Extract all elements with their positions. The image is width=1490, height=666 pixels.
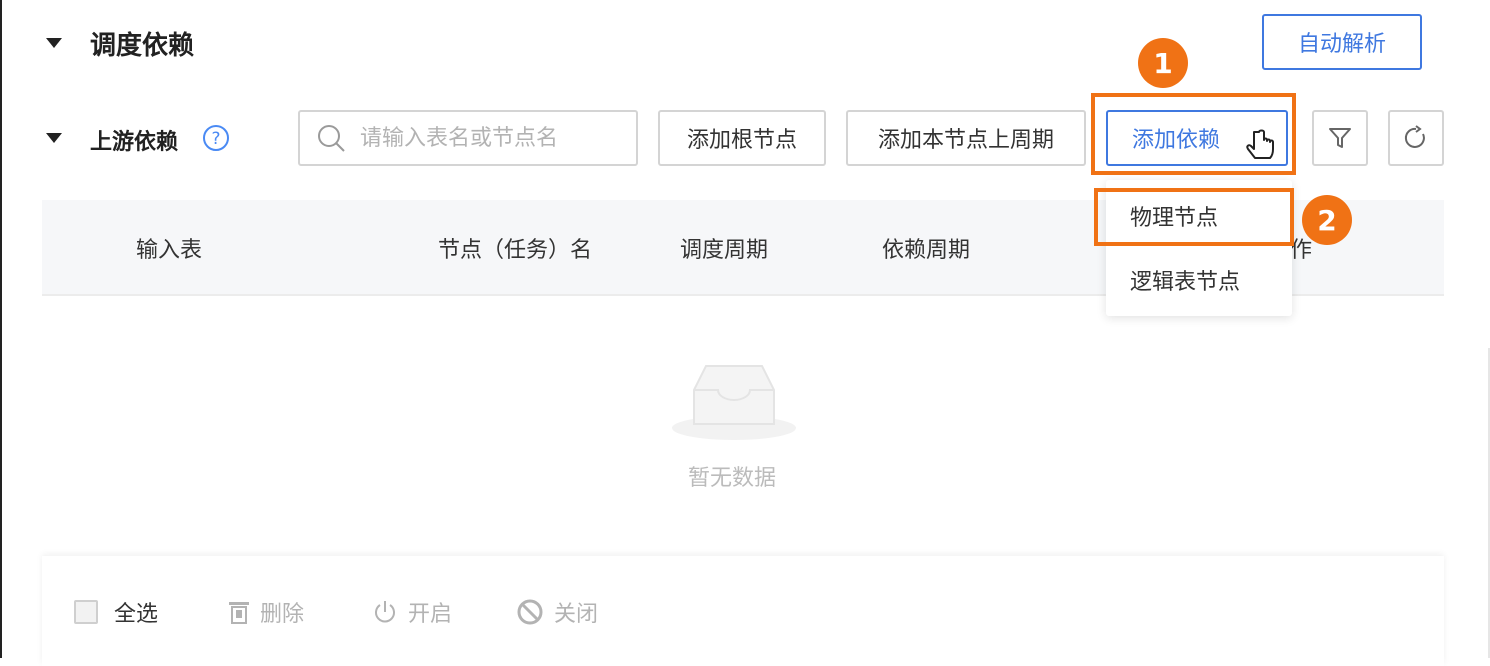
batch-actions-bar: 全选 删除 开启 关闭 bbox=[42, 556, 1444, 666]
upstream-title: 上游依赖 bbox=[90, 130, 179, 155]
search-input[interactable] bbox=[358, 124, 632, 152]
column-header-dependency-cycle: 依赖周期 bbox=[882, 238, 971, 263]
column-header-node-name: 节点（任务）名 bbox=[438, 238, 593, 263]
column-header-schedule-cycle: 调度周期 bbox=[680, 238, 769, 263]
enable-label: 开启 bbox=[408, 602, 453, 627]
annotation-badge-1: 1 bbox=[1138, 38, 1188, 88]
close-label: 关闭 bbox=[554, 602, 599, 627]
delete-button[interactable]: 删除 bbox=[228, 596, 304, 628]
search-box[interactable] bbox=[298, 110, 638, 166]
search-icon bbox=[318, 125, 345, 152]
close-button[interactable]: 关闭 bbox=[516, 596, 598, 628]
menu-item-logical-table-node[interactable]: 逻辑表节点 bbox=[1130, 264, 1240, 296]
power-icon bbox=[375, 601, 395, 623]
empty-state-text: 暂无数据 bbox=[688, 466, 777, 491]
select-all-checkbox[interactable] bbox=[74, 600, 98, 624]
refresh-button[interactable] bbox=[1388, 110, 1444, 166]
svg-text:?: ? bbox=[211, 129, 220, 149]
section-title: 调度依赖 bbox=[90, 31, 195, 61]
select-all-control[interactable]: 全选 bbox=[74, 596, 158, 628]
column-header-input-table: 输入表 bbox=[136, 238, 203, 263]
prohibit-icon bbox=[517, 599, 543, 625]
auto-parse-button[interactable]: 自动解析 bbox=[1262, 14, 1422, 70]
annotation-badge-2: 2 bbox=[1302, 195, 1352, 245]
annotation-box-2 bbox=[1094, 188, 1294, 246]
upstream-collapse-caret-icon[interactable] bbox=[46, 133, 62, 143]
window-left-border bbox=[0, 0, 2, 658]
trash-icon bbox=[229, 602, 249, 624]
refresh-icon bbox=[1404, 125, 1425, 148]
delete-label: 删除 bbox=[260, 602, 305, 627]
filter-icon bbox=[1329, 128, 1351, 148]
add-root-node-button[interactable]: 添加根节点 bbox=[658, 110, 826, 166]
empty-inbox-icon bbox=[668, 356, 800, 444]
section-collapse-caret-icon[interactable] bbox=[46, 38, 62, 48]
select-all-label: 全选 bbox=[114, 602, 159, 627]
annotation-box-1 bbox=[1091, 93, 1296, 175]
question-circle-icon[interactable]: ? bbox=[202, 124, 230, 152]
enable-button[interactable]: 开启 bbox=[372, 596, 452, 628]
add-prev-cycle-button[interactable]: 添加本节点上周期 bbox=[846, 110, 1086, 166]
filter-button[interactable] bbox=[1312, 110, 1368, 166]
